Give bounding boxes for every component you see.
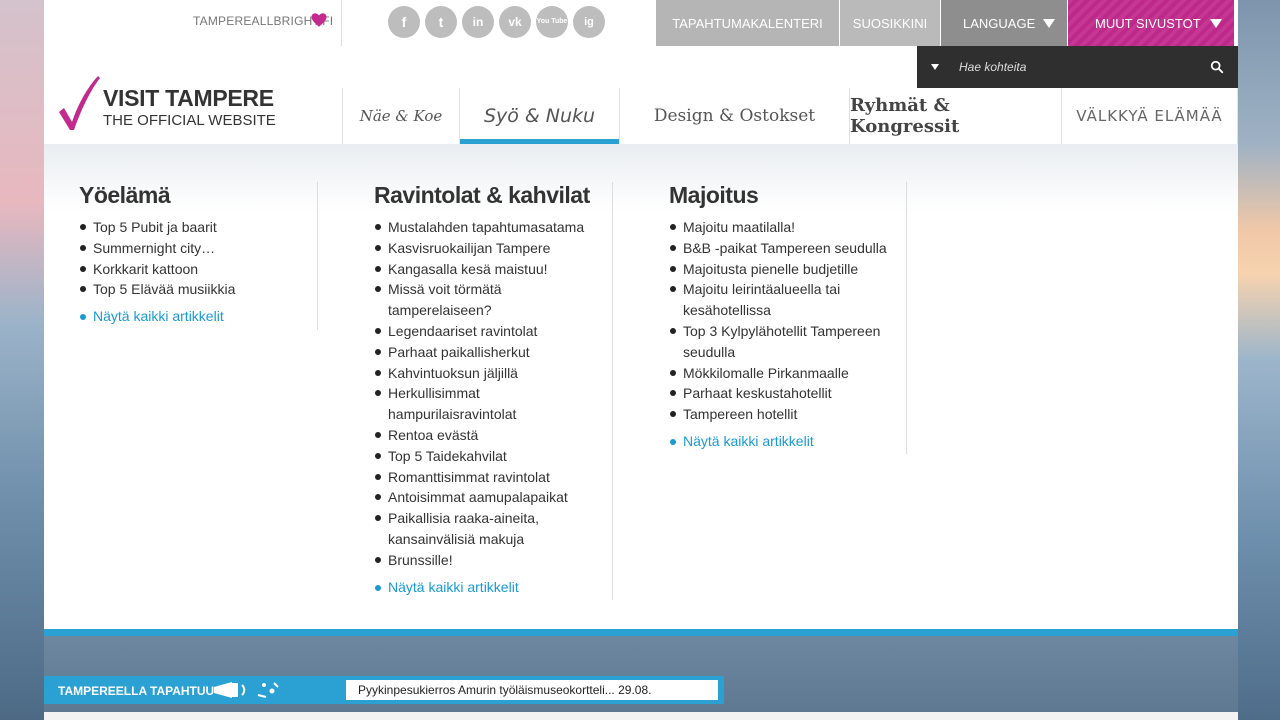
menu-link[interactable]: Kasvisruokailijan Tampere bbox=[374, 238, 604, 259]
menu-link[interactable]: Tampereen hotellit bbox=[669, 404, 909, 425]
favorites-link[interactable]: SUOSIKKINI bbox=[840, 0, 940, 46]
column-divider bbox=[906, 182, 907, 454]
event-calendar-link[interactable]: TAPAHTUMAKALENTERI bbox=[656, 0, 839, 46]
menu-link[interactable]: Top 5 Taidekahvilat bbox=[374, 446, 604, 467]
column-divider bbox=[317, 182, 318, 330]
menu-link[interactable]: Herkullisimmat hampurilaisravintolat bbox=[374, 383, 604, 425]
menu-link[interactable]: B&B -paikat Tampereen seudulla bbox=[669, 238, 909, 259]
show-all-articles-link[interactable]: Näytä kaikki artikkelit bbox=[669, 433, 909, 449]
search-bar bbox=[917, 46, 1238, 88]
background-right bbox=[1238, 0, 1280, 720]
menu-link[interactable]: Mökkilomalle Pirkanmaalle bbox=[669, 363, 909, 384]
mega-menu: Yöelämä Top 5 Pubit ja baarit Summernigh… bbox=[44, 144, 1238, 629]
menu-link[interactable]: Kahvintuoksun jäljillä bbox=[374, 363, 604, 384]
chevron-down-icon bbox=[1210, 19, 1222, 28]
menu-link[interactable]: Top 5 Elävää musiikkia bbox=[79, 279, 309, 300]
vk-icon[interactable]: vk bbox=[499, 6, 531, 38]
column-title: Majoitus bbox=[669, 182, 759, 208]
column-title: Yöelämä bbox=[79, 182, 171, 208]
checkmark-logo-icon[interactable] bbox=[57, 74, 101, 132]
nav-syo-nuku[interactable]: Syö & Nuku bbox=[460, 88, 620, 144]
menu-link[interactable]: Paikallisia raaka-aineita, kansainvälisi… bbox=[374, 508, 604, 550]
menu-link[interactable]: Rentoa evästä bbox=[374, 425, 604, 446]
column-divider bbox=[612, 182, 613, 600]
menu-link[interactable]: Top 3 Kylpylähotellit Tampereen seudulla bbox=[669, 321, 909, 363]
menu-link[interactable]: Korkkarit kattoon bbox=[79, 259, 309, 280]
twitter-icon[interactable]: t bbox=[425, 6, 457, 38]
logo-title[interactable]: VISIT TAMPERE bbox=[103, 85, 274, 112]
nav-valkkya-elamaa[interactable]: VÄLKKYÄ ELÄMÄÄ bbox=[1062, 88, 1238, 144]
menu-link[interactable]: Antoisimmat aamupalapaikat bbox=[374, 487, 604, 508]
menu-link[interactable]: Parhaat keskustahotellit bbox=[669, 383, 909, 404]
language-dropdown[interactable]: LANGUAGE bbox=[941, 0, 1067, 46]
show-all-articles-link[interactable]: Näytä kaikki artikkelit bbox=[79, 308, 309, 324]
menu-link[interactable]: Mustalahden tapahtumasatama bbox=[374, 217, 604, 238]
menu-link[interactable]: Romanttisimmat ravintolat bbox=[374, 467, 604, 488]
menu-column-nightlife: Yöelämä Top 5 Pubit ja baarit Summernigh… bbox=[79, 182, 309, 324]
menu-column-accommodation: Majoitus Majoitu maatilalla! B&B -paikat… bbox=[669, 182, 909, 449]
chevron-down-icon bbox=[1043, 19, 1055, 28]
menu-link[interactable]: Missä voit törmätä tamperelaiseen? bbox=[374, 279, 604, 321]
ticker-title[interactable]: TAMPEREELLA TAPAHTUU bbox=[58, 684, 214, 698]
menu-link[interactable]: Kangasalla kesä maistuu! bbox=[374, 259, 604, 280]
main-nav: Näe & Koe Syö & Nuku Design & Ostokset R… bbox=[342, 88, 1238, 144]
facebook-icon[interactable]: f bbox=[388, 6, 420, 38]
menu-column-restaurants: Ravintolat & kahvilat Mustalahden tapaht… bbox=[374, 182, 604, 595]
site-panel: TAMPEREALLBRIGHT.FI f t in vk You Tube i… bbox=[44, 0, 1238, 636]
top-nav: TAPAHTUMAKALENTERI SUOSIKKINI LANGUAGE M… bbox=[656, 0, 1234, 46]
column-title: Ravintolat & kahvilat bbox=[374, 182, 590, 208]
social-icons: f t in vk You Tube ig bbox=[388, 6, 605, 38]
other-sites-dropdown[interactable]: MUUT SIVUSTOT bbox=[1068, 0, 1234, 46]
top-divider bbox=[341, 0, 342, 46]
heart-icon[interactable] bbox=[310, 11, 328, 29]
megaphone-icon bbox=[214, 682, 279, 698]
menu-link[interactable]: Parhaat paikallisherkut bbox=[374, 342, 604, 363]
language-label: LANGUAGE bbox=[963, 15, 1036, 31]
other-sites-label: MUUT SIVUSTOT bbox=[1095, 15, 1201, 31]
menu-link[interactable]: Majoitu leirintäalueella tai kesähotelli… bbox=[669, 279, 909, 321]
menu-link[interactable]: Brunssille! bbox=[374, 550, 604, 571]
nav-nae-koe[interactable]: Näe & Koe bbox=[343, 88, 460, 144]
search-input[interactable] bbox=[959, 57, 1199, 77]
search-icon[interactable] bbox=[1210, 60, 1224, 74]
linkedin-icon[interactable]: in bbox=[462, 6, 494, 38]
background-left bbox=[0, 0, 44, 720]
logo-subtitle: THE OFFICIAL WEBSITE bbox=[103, 112, 276, 129]
menu-link[interactable]: Legendaariset ravintolat bbox=[374, 321, 604, 342]
accent-bar bbox=[44, 629, 1238, 636]
youtube-icon[interactable]: You Tube bbox=[536, 6, 568, 38]
nav-design-ostokset[interactable]: Design & Ostokset bbox=[620, 88, 850, 144]
instagram-icon[interactable]: ig bbox=[573, 6, 605, 38]
menu-link[interactable]: Majoitu maatilalla! bbox=[669, 217, 909, 238]
event-ticker: TAMPEREELLA TAPAHTUU Pyykinpesukierros A… bbox=[44, 676, 724, 704]
bottom-strip bbox=[44, 712, 1238, 720]
menu-link[interactable]: Majoitusta pienelle budjetille bbox=[669, 259, 909, 280]
search-scope-dropdown-icon[interactable] bbox=[931, 64, 939, 70]
show-all-articles-link[interactable]: Näytä kaikki artikkelit bbox=[374, 579, 604, 595]
nav-ryhmat-kongressit[interactable]: Ryhmät & Kongressit bbox=[850, 88, 1062, 144]
menu-link[interactable]: Top 5 Pubit ja baarit bbox=[79, 217, 309, 238]
ticker-event-link[interactable]: Pyykinpesukierros Amurin työläismuseokor… bbox=[346, 680, 718, 700]
menu-link[interactable]: Summernight city… bbox=[79, 238, 309, 259]
